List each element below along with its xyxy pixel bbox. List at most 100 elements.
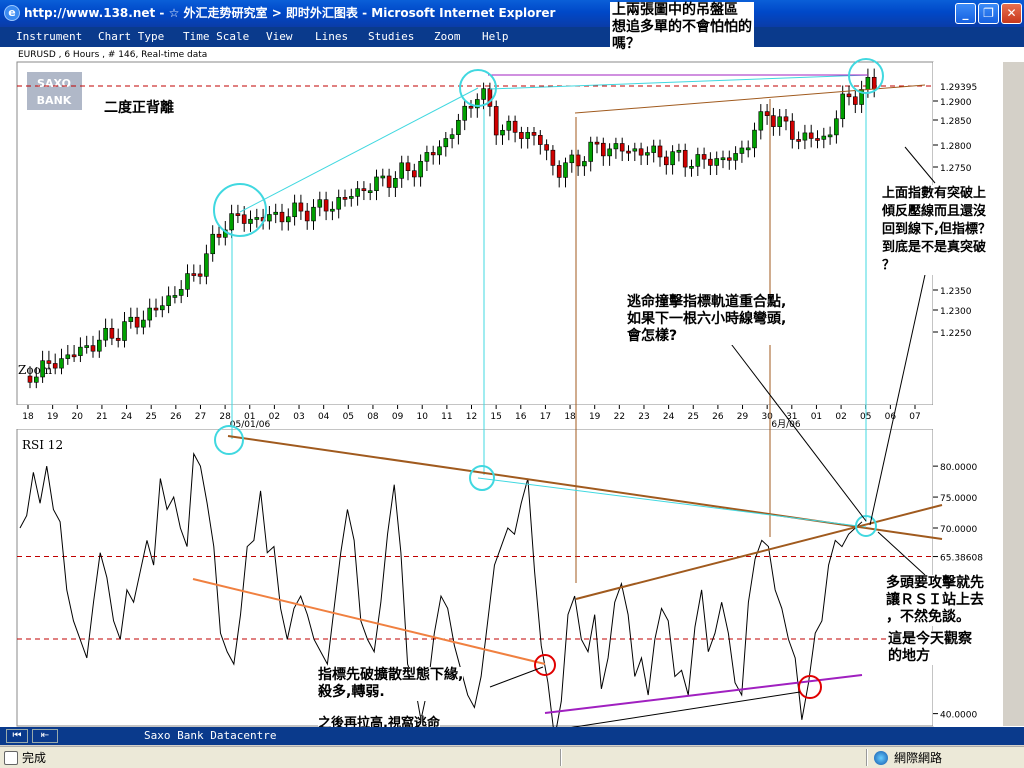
date-tick-label: 10 bbox=[416, 412, 428, 422]
note-top-line-2: 想追多單的不會怕怕的 bbox=[612, 19, 752, 35]
candle-body bbox=[531, 132, 537, 136]
note-watch-line-2: 的地方 bbox=[888, 648, 930, 664]
candle-body bbox=[676, 149, 682, 153]
candle-body bbox=[336, 197, 342, 210]
candle-body bbox=[708, 158, 713, 166]
candle-body bbox=[33, 376, 39, 383]
date-tick-label: 16 bbox=[515, 412, 527, 422]
candle-body bbox=[739, 147, 745, 154]
note-bulls-line-3: ，不然免談。 bbox=[886, 609, 970, 625]
nav-back-button[interactable]: ⇤ bbox=[32, 729, 58, 743]
date-tick-label: 07 bbox=[909, 412, 920, 422]
candle-body bbox=[267, 214, 272, 222]
note-breakout-line-4: 到底是不是真突破 bbox=[882, 240, 987, 255]
status-separator bbox=[560, 749, 562, 766]
candle-body bbox=[626, 150, 631, 154]
candle-body bbox=[178, 289, 184, 296]
candle-body bbox=[191, 273, 197, 276]
rsi-tick-label: 40.0000 bbox=[940, 711, 977, 721]
logo-line-1: SAXO bbox=[37, 77, 71, 90]
date-tick-label: 01 bbox=[811, 412, 822, 422]
date-tick-label: 12 bbox=[466, 412, 477, 422]
rsi-tick-label: 70.0000 bbox=[940, 525, 977, 535]
date-tick-label: 24 bbox=[663, 412, 675, 422]
title-bar[interactable]: e http://www.138.net - ☆ 外汇走势研究室 > 即时外汇图… bbox=[0, 0, 1024, 27]
candle-body bbox=[216, 233, 222, 238]
candle-body bbox=[109, 327, 115, 339]
candle-body bbox=[355, 188, 360, 197]
note-top-line-1: 上兩張圖中的吊盤區 bbox=[612, 2, 738, 18]
chart-svg: EURUSD , 6 Hours , # 146, Real-time data… bbox=[0, 50, 1024, 727]
candle-body bbox=[304, 210, 310, 222]
candle-body bbox=[40, 360, 45, 378]
candle-body bbox=[771, 115, 776, 127]
vertical-scrollbar bbox=[1003, 62, 1024, 726]
candle-body bbox=[821, 135, 827, 140]
note-breakout-line-5: ？ bbox=[882, 258, 896, 273]
price-tick-label: 1.2350 bbox=[940, 287, 972, 297]
candle-body bbox=[834, 118, 839, 136]
rsi-tick-label: 65.38608 bbox=[940, 554, 983, 564]
rsi-tick-label: 80.0000 bbox=[940, 463, 977, 473]
candle-body bbox=[758, 111, 764, 131]
date-tick-label: 25 bbox=[145, 412, 156, 422]
menu-studies[interactable]: Studies bbox=[368, 30, 414, 44]
status-bar: 完成 網際網路 bbox=[0, 746, 1024, 768]
date-tick-label: 02 bbox=[835, 412, 846, 422]
menu-chart-type[interactable]: Chart Type bbox=[98, 30, 164, 44]
candle-body bbox=[789, 120, 795, 140]
note-break-line-2: 殺多,轉弱. bbox=[318, 684, 385, 700]
menu-time-scale[interactable]: Time Scale bbox=[183, 30, 249, 44]
candle-body bbox=[46, 360, 52, 364]
candle-body bbox=[714, 158, 720, 166]
menu-view[interactable]: View bbox=[266, 30, 293, 44]
date-tick-label: 18 bbox=[22, 412, 34, 422]
minimize-button[interactable]: _ bbox=[955, 3, 976, 24]
candle-body bbox=[701, 154, 707, 160]
date-tick-label: 27 bbox=[195, 412, 206, 422]
rsi-panel-frame bbox=[16, 428, 934, 727]
date-tick-label: 04 bbox=[318, 412, 330, 422]
date-tick-label: 26 bbox=[170, 412, 182, 422]
candle-body bbox=[298, 202, 304, 212]
date-tick-label: 09 bbox=[392, 412, 404, 422]
candle-body bbox=[783, 116, 789, 122]
close-button[interactable]: ✕ bbox=[1001, 3, 1022, 24]
menu-instrument[interactable]: Instrument bbox=[16, 30, 82, 44]
date-tick-label: 15 bbox=[490, 412, 501, 422]
note-top: 上兩張圖中的吊盤區 想追多單的不會怕怕的 嗎？ bbox=[610, 2, 754, 53]
date-tick-label: 23 bbox=[638, 412, 649, 422]
chart-area[interactable]: EURUSD , 6 Hours , # 146, Real-time data… bbox=[0, 2, 1024, 732]
note-breakout: 上面指數有突破上 傾反壓線而且還沒 回到線下,但指標？ 到底是不是真突破 ？ bbox=[882, 185, 991, 275]
candle-body bbox=[827, 134, 833, 138]
candle-body bbox=[393, 178, 398, 188]
date-tick-label: 03 bbox=[293, 412, 304, 422]
candle-body bbox=[575, 154, 581, 167]
candle-body bbox=[141, 319, 146, 328]
candle-body bbox=[160, 305, 165, 311]
candle-body bbox=[292, 202, 297, 218]
menu-help[interactable]: Help bbox=[482, 30, 509, 44]
note-top-line-3: 嗎？ bbox=[612, 36, 640, 52]
candle-body bbox=[418, 160, 423, 178]
date-tick-label: 22 bbox=[614, 412, 625, 422]
candle-body bbox=[506, 120, 512, 131]
candle-body bbox=[380, 175, 386, 179]
candle-body bbox=[840, 93, 846, 120]
nav-start-button[interactable]: ⏮ bbox=[6, 729, 28, 743]
menu-zoom[interactable]: Zoom bbox=[434, 30, 461, 44]
candle-body bbox=[846, 93, 852, 98]
candle-body bbox=[449, 134, 455, 139]
date-tick-label: 18 bbox=[564, 412, 576, 422]
zoom-label[interactable]: Zoom bbox=[18, 363, 53, 377]
candle-body bbox=[197, 273, 203, 277]
candle-body bbox=[525, 132, 531, 139]
candle-body bbox=[632, 148, 638, 152]
candle-body bbox=[619, 143, 625, 152]
candle-body bbox=[430, 152, 436, 156]
maximize-button[interactable]: ❐ bbox=[978, 3, 999, 24]
menu-lines[interactable]: Lines bbox=[315, 30, 348, 44]
candle-body bbox=[374, 176, 379, 191]
rsi-title: RSI 12 bbox=[22, 438, 63, 452]
candle-body bbox=[752, 129, 757, 149]
